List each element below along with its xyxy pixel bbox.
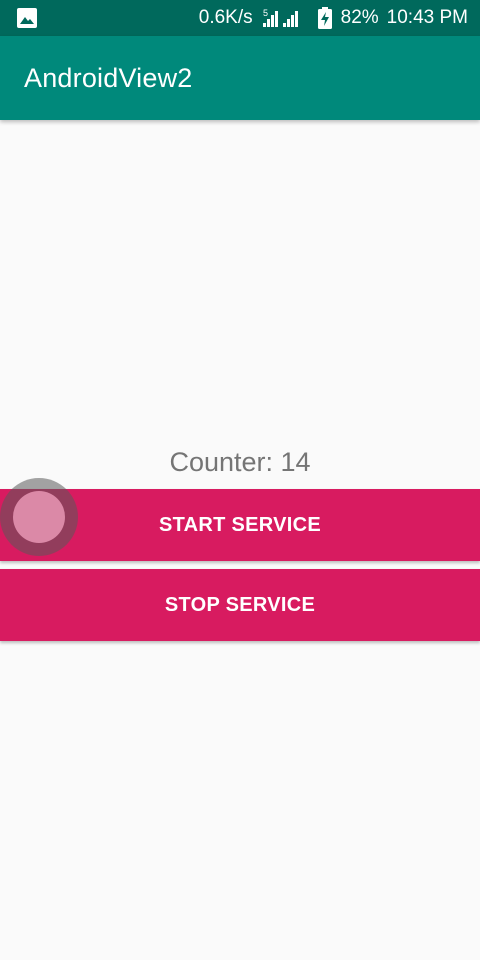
battery-charging-icon (317, 7, 333, 29)
network-type-label: 5 (263, 8, 268, 18)
net-speed: 0.6K/s (198, 7, 253, 28)
stop-service-button[interactable]: STOP SERVICE (0, 569, 480, 641)
status-bar-left (16, 7, 199, 29)
status-bar-right: 0.6K/s 5 82% 10:43 PM (199, 7, 468, 29)
app-title: AndroidView2 (24, 62, 193, 93)
app-screen: 0.6K/s 5 82% 10:43 PM AndroidView2 Count… (0, 0, 480, 960)
status-bar: 0.6K/s 5 82% 10:43 PM (0, 0, 480, 36)
start-service-button[interactable]: START SERVICE (0, 489, 480, 561)
app-bar: AndroidView2 (0, 36, 480, 120)
gallery-icon (16, 7, 38, 29)
battery-level: 82% (340, 7, 379, 28)
counter-label: Counter: 14 (169, 447, 311, 477)
clock: 10:43 PM (386, 7, 468, 28)
signal-icon: 5 (261, 7, 309, 29)
